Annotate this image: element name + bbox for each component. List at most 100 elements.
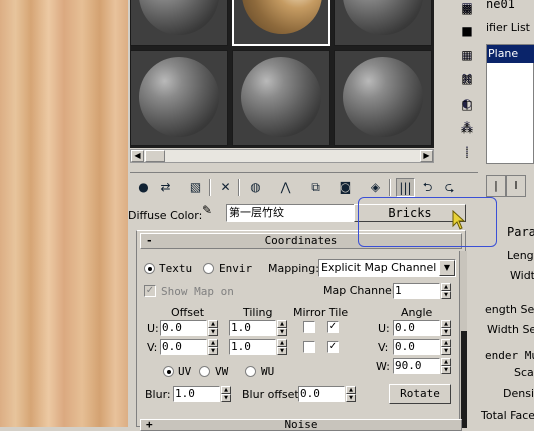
scroll-left-icon[interactable]: ◀ [131,150,144,162]
put-to-scene-icon[interactable]: ⇄ [156,178,175,197]
offset-v-value[interactable]: 0.0 [160,339,207,355]
make-unique-icon[interactable]: ⋀ [276,178,295,197]
uv-radio[interactable] [163,366,174,377]
mirror-u-checkbox[interactable] [303,321,315,333]
rotate-button[interactable]: Rotate [389,384,451,404]
modifier-stack-item-plane[interactable]: Plane [487,45,534,63]
sample-slot[interactable] [334,50,432,146]
cursor-tool-icon[interactable]: ⁂ [458,120,476,138]
go-to-parent-icon[interactable]: ⮌ [418,178,437,197]
sample-sphere [343,0,423,35]
vw-radio[interactable] [199,366,210,377]
mapping-dropdown-icon[interactable]: ▼ [439,260,455,276]
mapping-dropdown[interactable]: Explicit Map Channel ▼ [318,259,456,277]
pin-stack-icon[interactable]: | [486,175,506,197]
spinner-arrows[interactable]: ▲ ▼ [277,339,287,355]
blur-spinner[interactable]: 1.0 ▲ ▼ [173,386,233,402]
angle-v-spinner[interactable]: 0.0 ▲ ▼ [393,339,453,355]
slots-horizontal-scrollbar[interactable]: ◀ ▶ [130,149,434,163]
angle-w-spinner[interactable]: 90.0 ▲ ▼ [393,358,453,374]
sample-slot[interactable] [130,0,228,46]
map-channel-value[interactable]: 1 [393,283,440,299]
blur-offset-label: Blur offset: [242,388,303,401]
mirror-v-checkbox[interactable] [303,341,315,353]
get-material-icon[interactable]: ● [134,178,153,197]
sample-slot[interactable] [334,0,432,46]
tiling-u-spinner[interactable]: 1.0 ▲ ▼ [229,320,289,336]
select-by-material-icon[interactable]: ◫ [458,96,476,114]
modifier-list[interactable]: ifier List [486,21,530,34]
sample-sphere-wood [242,0,322,34]
map-channel-spinner[interactable]: 1 ▲ ▼ [393,283,453,299]
sample-slot-selected[interactable] [232,0,330,46]
go-forward-to-sibling-icon[interactable]: ⮎ [440,178,459,197]
scrollbar-grip[interactable] [461,331,467,428]
show-map-on-checkbox[interactable]: ✓ [144,285,156,297]
film-icon[interactable]: ▧ [458,70,476,88]
spinner-arrows[interactable]: ▲ ▼ [346,386,356,402]
spinner-arrows[interactable]: ▲ ▼ [221,386,231,402]
material-toolbar: ● ⇄ ▧ ✕ ◍ ⋀ ⧉ ◙ ◈ ||| ⮌ ⮎ [130,172,478,200]
sample-sphere [139,0,219,35]
angle-v-value[interactable]: 0.0 [393,339,440,355]
rollout-collapse-symbol: - [146,234,153,247]
wu-radio-label: WU [261,365,275,378]
assign-to-selection-icon[interactable]: ▧ [186,178,205,197]
spinner-arrows[interactable]: ▲ ▼ [441,320,451,336]
spinner-arrows[interactable]: ▲ ▼ [277,320,287,336]
environ-radio[interactable] [203,263,214,274]
box-icon[interactable]: ■ [458,22,476,40]
offset-u-value[interactable]: 0.0 [160,320,207,336]
modifier-stack[interactable]: Plane [486,44,534,164]
reset-map-icon[interactable]: ✕ [216,178,235,197]
object-name[interactable]: ne01 [486,0,515,11]
tile-v-checkbox[interactable]: ✓ [327,341,339,353]
tiling-u-value[interactable]: 1.0 [229,320,276,336]
noise-title: Noise [284,418,318,431]
spinner-arrows[interactable]: ▲ ▼ [441,339,451,355]
wu-radio[interactable] [245,366,256,377]
sample-slot[interactable] [232,50,330,146]
sample-slot[interactable] [130,50,228,146]
tiling-v-value[interactable]: 1.0 [229,339,276,355]
checker-icon[interactable]: ▩ [458,0,476,18]
copy-material-icon[interactable]: ◍ [246,178,265,197]
color-icon[interactable]: ▥ [458,46,476,64]
angle-w-value[interactable]: 90.0 [393,358,440,374]
map-name-field[interactable]: 第一层竹纹 [226,204,362,222]
texture-radio[interactable] [144,263,155,274]
parameters-header[interactable]: Para [507,225,534,239]
blur-offset-value[interactable]: 0.0 [298,386,345,402]
blur-offset-spinner[interactable]: 0.0 ▲ ▼ [298,386,358,402]
eyedropper-icon[interactable]: ✎ [202,203,218,219]
put-to-library-icon[interactable]: ⧉ [306,178,325,197]
offset-v-spinner[interactable]: 0.0 ▲ ▼ [160,339,220,355]
rollout-expand-symbol: + [146,418,153,431]
vw-radio-label: VW [215,365,229,378]
angle-u-value[interactable]: 0.0 [393,320,440,336]
panel-vertical-scrollbar[interactable] [459,251,467,428]
scroll-right-icon[interactable]: ▶ [420,150,433,162]
show-end-result-toggle-icon[interactable]: I [506,175,526,197]
spinner-arrows[interactable]: ▲ ▼ [208,320,218,336]
length-segs-label: ength Seg [485,303,534,316]
tile-u-checkbox[interactable]: ✓ [327,321,339,333]
material-effects-channel-icon[interactable]: ◙ [336,178,355,197]
scroll-thumb[interactable] [145,150,165,162]
angle-u-spinner[interactable]: 0.0 ▲ ▼ [393,320,453,336]
angle-u-label: U: [378,322,390,335]
spinner-arrows[interactable]: ▲ ▼ [208,339,218,355]
spinner-arrows[interactable]: ▲ ▼ [441,283,451,299]
material-navigator-icon[interactable]: ⋮ [458,144,476,162]
mirror-tile-header: Mirror Tile [293,306,349,319]
noise-rollout-header[interactable]: + Noise [140,419,462,431]
angle-w-label: W: [376,360,390,373]
spinner-arrows[interactable]: ▲ ▼ [441,358,451,374]
tiling-v-spinner[interactable]: 1.0 ▲ ▼ [229,339,289,355]
uv-radio-label: UV [178,365,192,378]
total-faces-label: Total Face [481,409,534,422]
show-map-in-viewport-icon[interactable]: ◈ [366,178,385,197]
show-end-result-icon[interactable]: ||| [396,178,415,197]
blur-value[interactable]: 1.0 [173,386,220,402]
offset-u-spinner[interactable]: 0.0 ▲ ▼ [160,320,220,336]
